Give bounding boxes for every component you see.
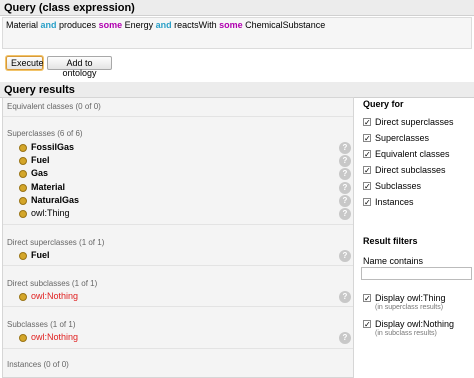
result-label: Fuel xyxy=(31,155,50,165)
option-subclasses[interactable]: ✓ Subclasses xyxy=(363,181,473,193)
class-icon xyxy=(19,197,27,205)
explain-button[interactable]: ? xyxy=(339,182,351,194)
keyword-some: some xyxy=(98,20,123,30)
result-row[interactable]: NaturalGas ? xyxy=(19,195,353,208)
checkbox[interactable]: ✓ xyxy=(363,182,371,191)
option-label: Instances xyxy=(375,197,414,207)
expr-token: produces xyxy=(56,20,99,30)
direct-superclasses-title: Direct superclasses (1 of 1) xyxy=(7,238,105,247)
option-display-owl-nothing[interactable]: ✓ Display owl:Nothing (in subclass resul… xyxy=(363,319,473,341)
result-label: Fuel xyxy=(31,250,50,260)
name-contains-label: Name contains xyxy=(363,256,424,266)
expr-token: Material xyxy=(6,20,41,30)
checkbox[interactable]: ✓ xyxy=(363,294,371,303)
class-icon xyxy=(19,157,27,165)
option-hint: (in superclass results) xyxy=(375,304,444,311)
subclasses-title: Subclasses (1 of 1) xyxy=(7,320,76,329)
option-label: Display owl:Thing xyxy=(375,293,446,303)
name-contains-input[interactable] xyxy=(361,267,472,280)
keyword-and: and xyxy=(155,20,172,30)
class-icon xyxy=(19,252,27,260)
add-to-ontology-button[interactable]: Add to ontology xyxy=(47,56,112,78)
expr-token: reactsWith xyxy=(171,20,220,30)
checkbox[interactable]: ✓ xyxy=(363,198,371,207)
option-instances[interactable]: ✓ Instances xyxy=(363,197,473,209)
equivalent-classes-title: Equivalent classes (0 of 0) xyxy=(7,102,101,111)
result-label: owl:Nothing xyxy=(31,291,79,301)
divider xyxy=(3,265,353,266)
class-icon xyxy=(19,293,27,301)
checkbox[interactable]: ✓ xyxy=(363,320,371,329)
option-label: Direct superclasses xyxy=(375,117,454,127)
explain-button[interactable]: ? xyxy=(339,168,351,180)
result-label: owl:Nothing xyxy=(31,332,79,342)
result-row[interactable]: Gas ? xyxy=(19,168,353,181)
result-row[interactable]: owl:Nothing ? xyxy=(19,291,353,304)
class-icon xyxy=(19,144,27,152)
result-row[interactable]: owl:Thing ? xyxy=(19,208,353,221)
class-icon xyxy=(19,170,27,178)
query-for-title: Query for xyxy=(363,99,404,109)
result-row[interactable]: Material ? xyxy=(19,182,353,195)
execute-button[interactable]: Execute xyxy=(6,56,44,70)
divider xyxy=(3,116,353,117)
options-panel: Query for ✓ Direct superclasses ✓ Superc… xyxy=(358,97,474,378)
result-label: owl:Thing xyxy=(31,208,70,218)
instances-title: Instances (0 of 0) xyxy=(7,360,69,369)
keyword-and: and xyxy=(40,20,57,30)
checkbox[interactable]: ✓ xyxy=(363,134,371,143)
result-label: FossilGas xyxy=(31,142,75,152)
query-header: Query (class expression) xyxy=(0,0,474,16)
result-label: Material xyxy=(31,182,66,192)
result-row[interactable]: FossilGas ? xyxy=(19,142,353,155)
explain-button[interactable]: ? xyxy=(339,195,351,207)
option-equivalent-classes[interactable]: ✓ Equivalent classes xyxy=(363,149,473,161)
option-hint: (in subclass results) xyxy=(375,330,437,337)
explain-button[interactable]: ? xyxy=(339,155,351,167)
result-row[interactable]: Fuel ? xyxy=(19,250,353,263)
option-label: Subclasses xyxy=(375,181,422,191)
keyword-some: some xyxy=(219,20,243,30)
explain-button[interactable]: ? xyxy=(339,250,351,262)
divider xyxy=(3,348,353,349)
results-panel[interactable]: Equivalent classes (0 of 0) Superclasses… xyxy=(2,97,354,378)
option-label: Equivalent classes xyxy=(375,149,450,159)
result-label: NaturalGas xyxy=(31,195,80,205)
option-display-owl-thing[interactable]: ✓ Display owl:Thing (in superclass resul… xyxy=(363,293,473,315)
class-icon xyxy=(19,184,27,192)
option-direct-subclasses[interactable]: ✓ Direct subclasses xyxy=(363,165,473,177)
result-row[interactable]: Fuel ? xyxy=(19,155,353,168)
class-icon xyxy=(19,334,27,342)
divider xyxy=(3,224,353,225)
option-label: Direct subclasses xyxy=(375,165,446,175)
option-superclasses[interactable]: ✓ Superclasses xyxy=(363,133,473,145)
explain-button[interactable]: ? xyxy=(339,332,351,344)
explain-button[interactable]: ? xyxy=(339,142,351,154)
class-icon xyxy=(19,210,27,218)
result-label: Gas xyxy=(31,168,49,178)
option-direct-superclasses[interactable]: ✓ Direct superclasses xyxy=(363,117,473,129)
explain-button[interactable]: ? xyxy=(339,208,351,220)
superclasses-title: Superclasses (6 of 6) xyxy=(7,129,83,138)
explain-button[interactable]: ? xyxy=(339,291,351,303)
result-filters-title: Result filters xyxy=(363,236,418,246)
checkbox[interactable]: ✓ xyxy=(363,166,371,175)
option-label: Display owl:Nothing xyxy=(375,319,455,329)
divider xyxy=(3,306,353,307)
results-header: Query results xyxy=(0,82,474,98)
expr-token: ChemicalSubstance xyxy=(242,20,326,30)
direct-subclasses-title: Direct subclasses (1 of 1) xyxy=(7,279,98,288)
checkbox[interactable]: ✓ xyxy=(363,150,371,159)
checkbox[interactable]: ✓ xyxy=(363,118,371,127)
result-row[interactable]: owl:Nothing ? xyxy=(19,332,353,345)
option-label: Superclasses xyxy=(375,133,430,143)
class-expression-editor[interactable]: Material and produces some Energy and re… xyxy=(2,17,472,49)
expr-token: Energy xyxy=(122,20,156,30)
